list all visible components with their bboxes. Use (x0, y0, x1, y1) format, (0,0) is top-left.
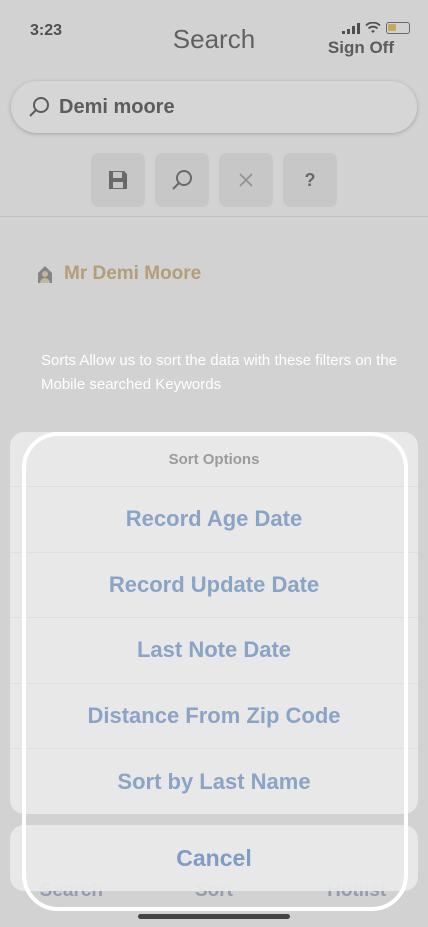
sort-option-last-name[interactable]: Sort by Last Name (10, 749, 418, 814)
sort-option-last-note-date[interactable]: Last Note Date (10, 618, 418, 684)
cancel-button[interactable]: Cancel (10, 825, 418, 891)
sheet-title: Sort Options (10, 432, 418, 487)
home-indicator (138, 914, 290, 919)
sort-option-record-age-date[interactable]: Record Age Date (10, 487, 418, 553)
sort-option-record-update-date[interactable]: Record Update Date (10, 553, 418, 618)
sort-option-distance-from-zip[interactable]: Distance From Zip Code (10, 684, 418, 749)
sort-options-sheet: Sort Options Record Age Date Record Upda… (10, 432, 418, 814)
tutorial-text: Sorts Allow us to sort the data with the… (41, 352, 398, 393)
